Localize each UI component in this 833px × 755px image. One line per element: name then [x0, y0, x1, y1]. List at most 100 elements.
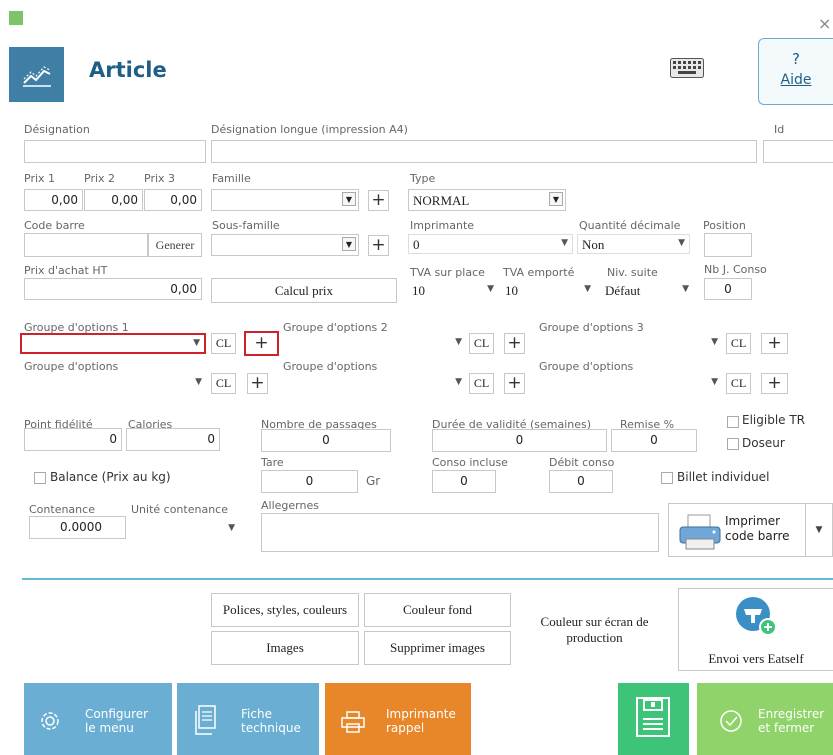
prix1-input[interactable]: 0,00: [24, 189, 83, 211]
nb-j-conso-input[interactable]: 0: [704, 278, 752, 300]
chevron-down-icon: ▼: [342, 192, 356, 206]
groupe-options-2-select[interactable]: ▼: [283, 333, 466, 354]
imprimante-rappel-button[interactable]: Imprimante rappel: [325, 683, 471, 755]
code-barre-label: Code barre: [24, 219, 85, 232]
groupe-options-6-cl-button[interactable]: CL: [726, 373, 751, 394]
designation-input[interactable]: [24, 140, 206, 163]
groupe-options-4-add-button[interactable]: +: [247, 373, 268, 394]
groupe-options-3-cl-button[interactable]: CL: [726, 333, 751, 354]
generer-button[interactable]: Generer: [148, 233, 202, 257]
conso-incluse-label: Conso incluse: [432, 456, 508, 469]
check-circle-icon: [720, 710, 742, 732]
add-sous-famille-button[interactable]: +: [368, 235, 389, 256]
quantite-decimale-value: Non: [582, 237, 605, 252]
sous-famille-label: Sous-famille: [212, 219, 280, 232]
groupe-options-4-select[interactable]: ▼: [24, 373, 206, 394]
help-question-mark: ?: [792, 50, 800, 68]
doseur-checkbox[interactable]: [727, 438, 739, 450]
designation-longue-input[interactable]: [211, 140, 757, 163]
groupe-options-3-add-button[interactable]: +: [761, 333, 788, 354]
tva-sur-place-select[interactable]: 10 ▼: [408, 282, 498, 300]
configurer-line1: Configurer: [85, 707, 149, 721]
imprimer-code-barre-button[interactable]: Imprimer code barre: [668, 503, 806, 557]
polices-styles-button[interactable]: Polices, styles, couleurs: [211, 593, 359, 627]
remise-input[interactable]: 0: [611, 429, 697, 452]
chevron-down-icon: ▼: [584, 284, 591, 294]
enregistrer-line2: et fermer: [758, 721, 815, 735]
groupe-options-5-cl-button[interactable]: CL: [469, 373, 494, 394]
chevron-down-icon: ▼: [487, 284, 494, 294]
close-icon[interactable]: ×: [818, 14, 831, 33]
niv-suite-select[interactable]: Défaut ▼: [601, 282, 693, 300]
images-button[interactable]: Images: [211, 631, 359, 665]
imprimante-select[interactable]: 0 ▼: [408, 234, 573, 254]
groupe-options-1-cl-button[interactable]: CL: [211, 333, 236, 354]
groupe-options-4-cl-button[interactable]: CL: [211, 373, 236, 394]
conso-incluse-input[interactable]: 0: [432, 470, 496, 493]
groupe-options-5-add-button[interactable]: +: [504, 373, 525, 394]
position-label: Position: [703, 219, 746, 232]
designation-label: Désignation: [24, 123, 90, 136]
famille-select[interactable]: ▼: [211, 189, 359, 211]
save-button[interactable]: [618, 683, 689, 755]
code-barre-input[interactable]: [24, 233, 148, 257]
imprimante-value: 0: [413, 237, 420, 252]
calories-input[interactable]: 0: [126, 428, 220, 451]
billet-individuel-checkbox[interactable]: [661, 472, 673, 484]
groupe-options-2-cl-button[interactable]: CL: [469, 333, 494, 354]
prix-achat-input[interactable]: 0,00: [24, 278, 202, 300]
imprimante-label: Imprimante: [410, 219, 475, 232]
prix1-label: Prix 1: [24, 172, 56, 185]
fiche-technique-button[interactable]: Fiche technique: [177, 683, 319, 755]
allergenes-input[interactable]: [261, 513, 659, 552]
chevron-down-icon: ▼: [711, 377, 718, 387]
enregistrer-fermer-button[interactable]: Enregistrer et fermer: [697, 683, 833, 755]
supprimer-images-button[interactable]: Supprimer images: [364, 631, 511, 665]
imprimer-options-chevron-icon[interactable]: ▼: [806, 503, 833, 557]
groupe-options-2-add-button[interactable]: +: [504, 333, 525, 354]
chevron-down-icon: ▼: [342, 237, 356, 251]
calcul-prix-button[interactable]: Calcul prix: [211, 278, 397, 303]
configurer-menu-button[interactable]: Configurer le menu: [24, 683, 172, 755]
point-fidelite-input[interactable]: 0: [24, 428, 122, 451]
groupe-options-5-label: Groupe d'options: [283, 360, 378, 373]
debit-conso-input[interactable]: 0: [549, 470, 613, 493]
prix3-label: Prix 3: [144, 172, 176, 185]
quantite-decimale-select[interactable]: Non ▼: [577, 234, 690, 254]
tva-emporte-select[interactable]: 10 ▼: [501, 282, 595, 300]
allergenes-label: Allegernes: [261, 499, 319, 512]
couleur-ecran-production-button[interactable]: Couleur sur écran de production: [516, 593, 673, 665]
id-input[interactable]: [763, 140, 833, 163]
balance-checkbox[interactable]: [34, 472, 46, 484]
envoi-eatself-button[interactable]: Envoi vers Eatself: [678, 588, 833, 671]
imprimer-code-barre-line1: Imprimer: [725, 514, 781, 528]
help-button[interactable]: ? Aide: [758, 38, 833, 105]
keyboard-icon[interactable]: [670, 58, 704, 78]
printer-icon: [679, 514, 721, 550]
couleur-fond-button[interactable]: Couleur fond: [364, 593, 511, 627]
groupe-options-1-select[interactable]: ▼: [20, 333, 206, 354]
unite-contenance-select[interactable]: ▼: [131, 518, 239, 540]
nombre-passages-input[interactable]: 0: [261, 429, 391, 452]
niv-suite-label: Niv. suite: [607, 266, 658, 279]
eligible-tr-checkbox[interactable]: [727, 416, 739, 428]
tare-label: Tare: [261, 456, 284, 469]
groupe-options-6-select[interactable]: ▼: [539, 373, 722, 394]
sous-famille-select[interactable]: ▼: [211, 234, 359, 256]
eatself-icon: [736, 597, 777, 636]
groupe-options-1-add-button[interactable]: +: [244, 331, 279, 356]
couleur-ecran-line2: production: [566, 630, 623, 645]
groupe-options-5-select[interactable]: ▼: [283, 373, 466, 394]
prix3-input[interactable]: 0,00: [144, 189, 202, 211]
add-famille-button[interactable]: +: [368, 190, 389, 211]
duree-validite-input[interactable]: 0: [432, 429, 607, 452]
tare-input[interactable]: 0: [261, 470, 358, 493]
contenance-input[interactable]: 0.0000: [29, 516, 126, 539]
groupe-options-3-select[interactable]: ▼: [539, 333, 722, 354]
position-input[interactable]: [704, 233, 752, 257]
chevron-down-icon: ▼: [195, 377, 202, 387]
chevron-down-icon: ▼: [549, 192, 563, 206]
type-select[interactable]: NORMAL ▼: [408, 189, 566, 211]
prix2-input[interactable]: 0,00: [84, 189, 143, 211]
groupe-options-6-add-button[interactable]: +: [761, 373, 788, 394]
